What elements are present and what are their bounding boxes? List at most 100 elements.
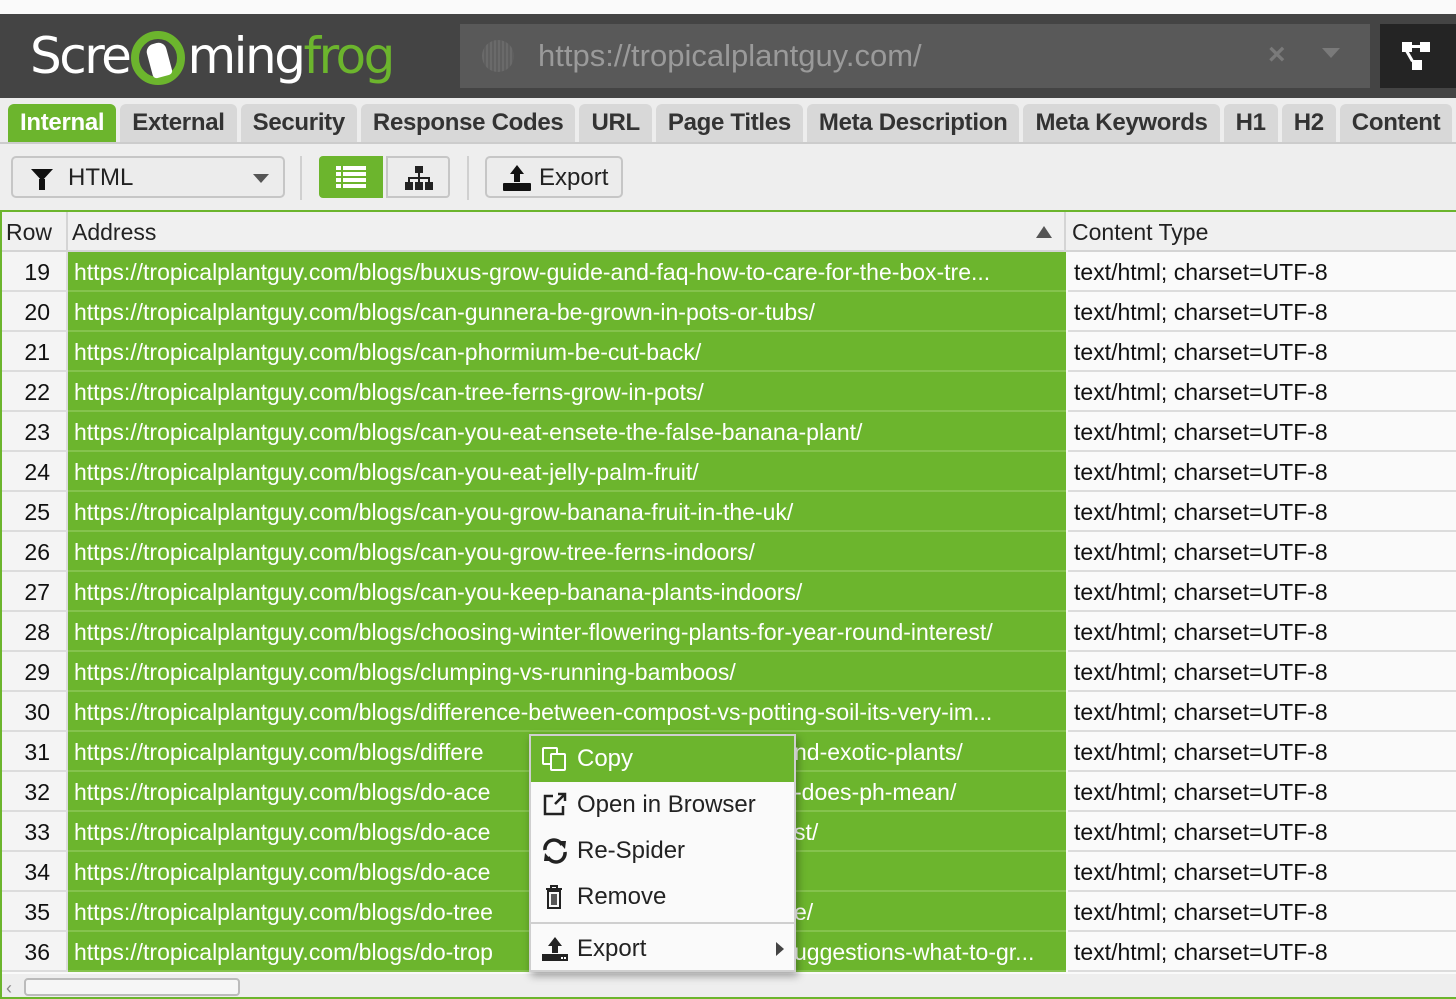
menu-item-copy[interactable]: Copy bbox=[531, 736, 794, 782]
address-text: https://tropicalplantguy.com/blogs/do-tr… bbox=[74, 939, 493, 965]
menu-item-label: Open in Browser bbox=[577, 791, 756, 818]
row-number-cell: 33 bbox=[2, 812, 68, 852]
filter-value: HTML bbox=[68, 164, 134, 191]
logo-text-2: ming bbox=[187, 27, 306, 85]
address-cell[interactable]: https://tropicalplantguy.com/blogs/can-p… bbox=[68, 332, 1066, 372]
table-row[interactable]: 19 https://tropicalplantguy.com/blogs/bux… bbox=[2, 252, 1456, 292]
content-type-cell[interactable]: text/html; charset=UTF-8 bbox=[1068, 572, 1456, 612]
column-header-row[interactable]: Row bbox=[2, 212, 68, 250]
clear-icon[interactable]: × bbox=[1268, 38, 1286, 72]
content-type-cell[interactable]: text/html; charset=UTF-8 bbox=[1068, 452, 1456, 492]
table-row[interactable]: 27 https://tropicalplantguy.com/blogs/can… bbox=[2, 572, 1456, 612]
app-header: Scre ming frog https://tropicalplantguy.… bbox=[0, 14, 1456, 98]
content-type-cell[interactable]: text/html; charset=UTF-8 bbox=[1068, 812, 1456, 852]
tab-url[interactable]: URL bbox=[579, 104, 652, 142]
content-type-cell[interactable]: text/html; charset=UTF-8 bbox=[1068, 412, 1456, 452]
column-header-address-label: Address bbox=[72, 219, 157, 245]
table-row[interactable]: 30 https://tropicalplantguy.com/blogs/dif… bbox=[2, 692, 1456, 732]
tab-page-titles[interactable]: Page Titles bbox=[655, 104, 803, 142]
table-row[interactable]: 28 https://tropicalplantguy.com/blogs/cho… bbox=[2, 612, 1456, 652]
content-type-cell[interactable]: text/html; charset=UTF-8 bbox=[1068, 332, 1456, 372]
external-link-icon bbox=[541, 792, 569, 818]
tree-view-button[interactable] bbox=[386, 156, 450, 198]
address-text: https://tropicalplantguy.com/blogs/diffe… bbox=[74, 739, 484, 765]
address-cell[interactable]: https://tropicalplantguy.com/blogs/can-y… bbox=[68, 452, 1066, 492]
url-input[interactable]: https://tropicalplantguy.com/ × bbox=[460, 24, 1370, 88]
table-row[interactable]: 26 https://tropicalplantguy.com/blogs/can… bbox=[2, 532, 1456, 572]
chevron-down-icon bbox=[253, 174, 269, 183]
table-row[interactable]: 24 https://tropicalplantguy.com/blogs/can… bbox=[2, 452, 1456, 492]
address-cell[interactable]: https://tropicalplantguy.com/blogs/choos… bbox=[68, 612, 1066, 652]
menu-item-open-in-browser[interactable]: Open in Browser bbox=[531, 782, 794, 828]
content-type-cell[interactable]: text/html; charset=UTF-8 bbox=[1068, 252, 1456, 292]
export-button[interactable]: Export bbox=[485, 156, 623, 198]
menu-item-remove[interactable]: Remove bbox=[531, 874, 794, 920]
globe-icon bbox=[482, 40, 514, 72]
url-value[interactable]: https://tropicalplantguy.com/ bbox=[538, 38, 922, 74]
scroll-thumb[interactable] bbox=[24, 978, 240, 996]
app-logo: Scre ming frog bbox=[30, 24, 395, 88]
horizontal-scrollbar[interactable]: ‹ bbox=[2, 974, 1456, 999]
menu-separator bbox=[531, 922, 794, 924]
url-dropdown-icon[interactable] bbox=[1322, 48, 1340, 58]
tab-meta-keywords[interactable]: Meta Keywords bbox=[1023, 104, 1220, 142]
table-row[interactable]: 25 https://tropicalplantguy.com/blogs/can… bbox=[2, 492, 1456, 532]
address-text: https://tropicalplantguy.com/blogs/can-y… bbox=[74, 499, 794, 525]
filter-dropdown[interactable]: HTML bbox=[11, 156, 285, 198]
content-type-cell[interactable]: text/html; charset=UTF-8 bbox=[1068, 492, 1456, 532]
content-type-cell[interactable]: text/html; charset=UTF-8 bbox=[1068, 532, 1456, 572]
address-cell[interactable]: https://tropicalplantguy.com/blogs/clump… bbox=[68, 652, 1066, 692]
column-header-address[interactable]: Address bbox=[68, 212, 1066, 250]
address-text-tail: st/ bbox=[794, 819, 819, 845]
address-text-tail: uggestions-what-to-gr... bbox=[794, 939, 1035, 965]
table-row[interactable]: 21 https://tropicalplantguy.com/blogs/can… bbox=[2, 332, 1456, 372]
content-type-cell[interactable]: text/html; charset=UTF-8 bbox=[1068, 612, 1456, 652]
address-cell[interactable]: https://tropicalplantguy.com/blogs/can-y… bbox=[68, 412, 1066, 452]
row-number-cell: 20 bbox=[2, 292, 68, 332]
menu-item-re-spider[interactable]: Re-Spider bbox=[531, 828, 794, 874]
table-row[interactable]: 22 https://tropicalplantguy.com/blogs/can… bbox=[2, 372, 1456, 412]
address-cell[interactable]: https://tropicalplantguy.com/blogs/can-t… bbox=[68, 372, 1066, 412]
menu-item-label: Remove bbox=[577, 883, 667, 910]
tab-h2[interactable]: H2 bbox=[1281, 104, 1336, 142]
crawl-mode-button[interactable] bbox=[1380, 24, 1456, 88]
table-row[interactable]: 20 https://tropicalplantguy.com/blogs/can… bbox=[2, 292, 1456, 332]
tab-content[interactable]: Content bbox=[1339, 104, 1453, 142]
row-number-cell: 28 bbox=[2, 612, 68, 652]
tab-security[interactable]: Security bbox=[240, 104, 357, 142]
refresh-icon bbox=[541, 838, 569, 864]
content-type-cell[interactable]: text/html; charset=UTF-8 bbox=[1068, 852, 1456, 892]
toolbar: HTML Export bbox=[0, 144, 1456, 210]
upload-icon bbox=[503, 165, 531, 191]
tab-internal[interactable]: Internal bbox=[8, 104, 117, 142]
tab-response-codes[interactable]: Response Codes bbox=[360, 104, 576, 142]
tab-external[interactable]: External bbox=[120, 104, 237, 142]
address-cell[interactable]: https://tropicalplantguy.com/blogs/diffe… bbox=[68, 692, 1066, 732]
toolbar-divider bbox=[467, 156, 469, 200]
content-type-cell[interactable]: text/html; charset=UTF-8 bbox=[1068, 892, 1456, 932]
address-cell[interactable]: https://tropicalplantguy.com/blogs/can-g… bbox=[68, 292, 1066, 332]
content-type-cell[interactable]: text/html; charset=UTF-8 bbox=[1068, 932, 1456, 972]
column-header-content-type[interactable]: Content Type bbox=[1068, 212, 1456, 250]
tab-meta-description[interactable]: Meta Description bbox=[806, 104, 1020, 142]
top-strip bbox=[0, 0, 1456, 14]
content-type-cell[interactable]: text/html; charset=UTF-8 bbox=[1068, 692, 1456, 732]
submenu-arrow-icon bbox=[776, 942, 784, 956]
content-type-cell[interactable]: text/html; charset=UTF-8 bbox=[1068, 772, 1456, 812]
address-cell[interactable]: https://tropicalplantguy.com/blogs/buxus… bbox=[68, 252, 1066, 292]
address-cell[interactable]: https://tropicalplantguy.com/blogs/can-y… bbox=[68, 532, 1066, 572]
tab-h1[interactable]: H1 bbox=[1223, 104, 1278, 142]
content-type-cell[interactable]: text/html; charset=UTF-8 bbox=[1068, 292, 1456, 332]
table-row[interactable]: 23 https://tropicalplantguy.com/blogs/can… bbox=[2, 412, 1456, 452]
table-row[interactable]: 29 https://tropicalplantguy.com/blogs/clu… bbox=[2, 652, 1456, 692]
content-type-cell[interactable]: text/html; charset=UTF-8 bbox=[1068, 732, 1456, 772]
list-view-button[interactable] bbox=[319, 156, 383, 198]
hierarchy-icon bbox=[405, 166, 433, 190]
row-number-cell: 36 bbox=[2, 932, 68, 972]
menu-item-export[interactable]: Export bbox=[531, 926, 794, 972]
scroll-left-icon[interactable]: ‹ bbox=[6, 978, 12, 999]
content-type-cell[interactable]: text/html; charset=UTF-8 bbox=[1068, 652, 1456, 692]
address-cell[interactable]: https://tropicalplantguy.com/blogs/can-y… bbox=[68, 492, 1066, 532]
content-type-cell[interactable]: text/html; charset=UTF-8 bbox=[1068, 372, 1456, 412]
address-cell[interactable]: https://tropicalplantguy.com/blogs/can-y… bbox=[68, 572, 1066, 612]
